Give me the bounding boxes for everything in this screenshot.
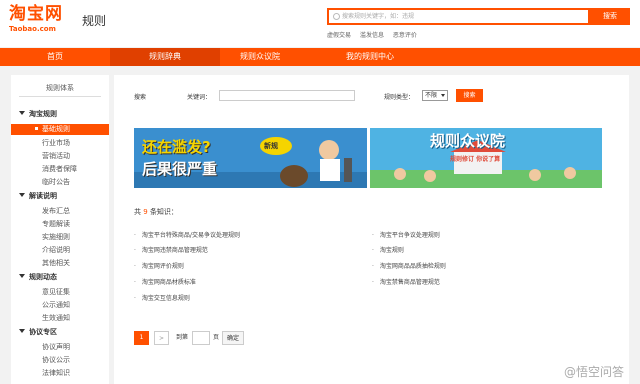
hot-link[interactable]: 滥发信息 (360, 32, 384, 39)
knowledge-link[interactable]: 淘宝平台争议处理规则 (372, 230, 440, 239)
sidebar-group-taobao-rules[interactable]: 淘宝规则 (19, 109, 57, 119)
banner-forum-title: 规则众议院 (430, 132, 506, 150)
knowledge-link[interactable]: 淘宝平台特殊商品/交易争议处理规则 (134, 230, 240, 239)
sidebar-item-industry[interactable]: 行业市场 (42, 138, 70, 148)
search-input[interactable]: 搜索规则关键字，如：违规 (327, 8, 590, 25)
banner-rule-forum[interactable]: 规则众议院 规则修订 你说了算 (370, 128, 602, 188)
nav-rule-dictionary[interactable]: 规则辞典 (110, 48, 220, 66)
knowledge-link[interactable]: 淘宝规则 (372, 245, 404, 254)
banner-spam-line2: 后果很严重 (142, 160, 218, 178)
main-nav: 首页 规则辞典 规则众议院 我的规则中心 (0, 48, 640, 66)
search-button[interactable]: 搜索 (590, 8, 630, 25)
hot-link[interactable]: 虚假交易 (327, 32, 351, 39)
sidebar-item-public-notice[interactable]: 公示通知 (42, 300, 70, 310)
page-next-button[interactable]: > (154, 331, 169, 345)
search-icon (333, 13, 340, 20)
sidebar-item-effective-notice[interactable]: 生效通知 (42, 313, 70, 323)
knowledge-link[interactable]: 淘宝网违禁商品管理规范 (134, 245, 208, 254)
watermark: @悟空问答 (563, 365, 624, 379)
page-current[interactable]: 1 (134, 331, 149, 345)
filter-search-button[interactable]: 搜索 (456, 89, 483, 102)
sidebar-item-legal-knowledge[interactable]: 法律知识 (42, 368, 70, 378)
keyword-input[interactable] (219, 90, 355, 101)
sidebar-item-implementation[interactable]: 实施细则 (42, 232, 70, 242)
sidebar-item-feedback[interactable]: 意见征集 (42, 287, 70, 297)
taobao-logo[interactable]: 淘宝网 (9, 5, 63, 23)
sidebar-item-agreement-statement[interactable]: 协议声明 (42, 342, 70, 352)
filter-bar: 搜索 关键词： 规则类型： 不限 搜索 (114, 75, 629, 115)
knowledge-link[interactable]: 淘宝禁售商品管理规范 (372, 277, 440, 286)
search-placeholder: 搜索规则关键字，如：违规 (342, 13, 415, 20)
sidebar-item-agreement-publicity[interactable]: 协议公示 (42, 355, 70, 365)
top-header: 淘宝网 Taobao.com 规则 搜索规则关键字，如：违规 搜索 虚假交易 滥… (0, 0, 640, 47)
sidebar-group-interpretation[interactable]: 解读说明 (19, 191, 57, 201)
page-number-input[interactable] (192, 331, 210, 345)
main-content: 搜索 关键词： 规则类型： 不限 搜索 还在滥发? 后果很严重 新规 规则众议院… (114, 75, 629, 384)
nav-rule-forum[interactable]: 规则众议院 (220, 48, 300, 66)
banner-forum-subtitle: 规则修订 你说了算 (450, 156, 501, 163)
banner-spam-tag: 新规 (264, 142, 278, 150)
sidebar-item-basic-rules[interactable]: 基础规则 (11, 124, 109, 135)
filter-search-label: 搜索 (134, 94, 147, 101)
result-count-number: 9 (143, 208, 148, 216)
sidebar-item-topic-interpretation[interactable]: 专题解读 (42, 219, 70, 229)
banner-spam-line1: 还在滥发? (142, 138, 211, 156)
taobao-logo-english[interactable]: Taobao.com (9, 25, 56, 33)
page-title: 规则 (82, 14, 107, 28)
rule-type-label: 规则类型： (384, 94, 415, 101)
knowledge-link[interactable]: 淘宝交互信息规则 (134, 293, 190, 302)
knowledge-link[interactable]: 淘宝网商品品质抽检规则 (372, 261, 446, 270)
sidebar-group-rule-updates[interactable]: 规则动态 (19, 272, 57, 282)
goto-label: 到第 (175, 334, 188, 341)
rule-type-select[interactable]: 不限 (422, 90, 448, 101)
sidebar-item-release-summary[interactable]: 发布汇总 (42, 206, 70, 216)
banner-spam-warning[interactable]: 还在滥发? 后果很严重 新规 (134, 128, 367, 188)
sidebar-heading: 规则体系 (46, 84, 74, 92)
sidebar-item-temporary-notice[interactable]: 临时公告 (42, 177, 70, 187)
page-unit-label: 页 (212, 334, 219, 341)
keyword-label: 关键词： (187, 94, 212, 101)
result-count-suffix: 条知识： (149, 208, 178, 216)
divider (19, 96, 101, 97)
knowledge-link[interactable]: 淘宝网商品材质标准 (134, 277, 196, 286)
hot-search-links: 虚假交易 滥发信息 恶意评价 (327, 30, 424, 39)
sidebar-item-consumer-protection[interactable]: 消费者保障 (42, 164, 77, 174)
sidebar-group-agreements[interactable]: 协议专区 (19, 327, 57, 337)
nav-my-rule-center[interactable]: 我的规则中心 (300, 48, 440, 66)
nav-home[interactable]: 首页 (0, 48, 110, 66)
result-count: 共 9 条知识： (134, 207, 178, 217)
sidebar-item-other[interactable]: 其他相关 (42, 258, 70, 268)
hot-link[interactable]: 恶意评价 (393, 32, 417, 39)
sidebar-item-marketing[interactable]: 营销活动 (42, 151, 70, 161)
sidebar: 规则体系 淘宝规则 基础规则 行业市场 营销活动 消费者保障 临时公告 解读说明… (11, 75, 109, 384)
result-count-prefix: 共 (134, 208, 141, 216)
sidebar-item-introduction[interactable]: 介绍说明 (42, 245, 70, 255)
knowledge-link[interactable]: 淘宝网评价规则 (134, 261, 184, 270)
page-confirm-button[interactable]: 确定 (222, 331, 244, 345)
